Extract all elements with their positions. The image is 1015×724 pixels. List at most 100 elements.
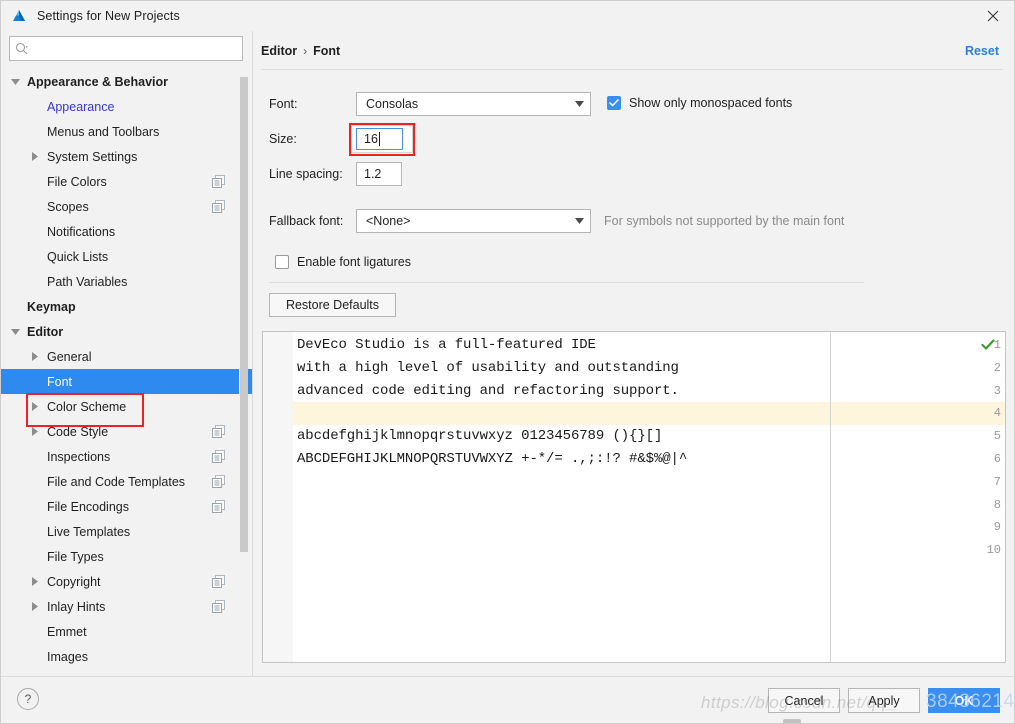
chevron-right-icon[interactable] xyxy=(29,601,41,613)
copy-settings-icon[interactable] xyxy=(212,500,225,513)
preview-code-line: DevEco Studio is a full-featured IDE xyxy=(297,337,596,353)
sidebar-item-file-colors[interactable]: File Colors xyxy=(1,169,241,194)
sidebar-item-label: Scopes xyxy=(47,199,89,214)
line-spacing-input-field[interactable] xyxy=(357,166,401,182)
fallback-font-select[interactable]: <None> xyxy=(356,209,591,233)
sidebar-item-appearance[interactable]: Appearance xyxy=(1,94,241,119)
sidebar-item-label: System Settings xyxy=(47,149,138,164)
sidebar-item-keymap[interactable]: Keymap xyxy=(1,294,241,319)
sidebar-item-menus-and-toolbars[interactable]: Menus and Toolbars xyxy=(1,119,241,144)
line-spacing-label: Line spacing: xyxy=(269,167,343,181)
sidebar-item-inspections[interactable]: Inspections xyxy=(1,444,241,469)
sidebar-item-label: Copyright xyxy=(47,574,101,589)
sidebar-item-code-style[interactable]: Code Style xyxy=(1,419,241,444)
sidebar-item-label: Menus and Toolbars xyxy=(47,124,160,139)
copy-settings-icon[interactable] xyxy=(212,200,225,213)
chevron-down-icon[interactable] xyxy=(9,326,21,338)
sidebar-item-label: Font xyxy=(47,374,73,389)
reset-link[interactable]: Reset xyxy=(965,44,999,58)
copy-settings-icon[interactable] xyxy=(212,600,225,613)
apply-button[interactable]: Apply xyxy=(848,688,920,713)
sidebar-item-file-and-code-templates[interactable]: File and Code Templates xyxy=(1,469,241,494)
sidebar-item-quick-lists[interactable]: Quick Lists xyxy=(1,244,241,269)
sidebar-scrollbar-thumb[interactable] xyxy=(240,77,248,552)
checkbox-empty-icon xyxy=(275,255,289,269)
breadcrumb-current: Font xyxy=(313,44,341,58)
breadcrumb-parent[interactable]: Editor xyxy=(261,44,297,58)
restore-defaults-button[interactable]: Restore Defaults xyxy=(269,293,396,317)
show-monospaced-label: Show only monospaced fonts xyxy=(629,96,793,110)
sidebar-item-live-templates[interactable]: Live Templates xyxy=(1,519,241,544)
sidebar-item-label: Color Scheme xyxy=(47,399,127,414)
chevron-right-icon[interactable] xyxy=(29,426,41,438)
sidebar-item-color-scheme[interactable]: Color Scheme xyxy=(1,394,241,419)
text-caret xyxy=(378,132,380,146)
close-icon[interactable] xyxy=(970,1,1014,31)
sidebar-item-path-variables[interactable]: Path Variables xyxy=(1,269,241,294)
size-label: Size: xyxy=(269,132,297,146)
sidebar-item-emmet[interactable]: Emmet xyxy=(1,619,241,644)
copy-settings-icon[interactable] xyxy=(212,175,225,188)
header-divider xyxy=(261,69,1003,70)
sidebar-item-notifications[interactable]: Notifications xyxy=(1,219,241,244)
green-check-icon[interactable] xyxy=(981,338,995,352)
ok-button[interactable]: OK xyxy=(928,688,1000,713)
font-label: Font: xyxy=(269,97,298,111)
show-monospaced-checkbox[interactable]: Show only monospaced fonts xyxy=(607,96,792,110)
sidebar-item-label: Live Templates xyxy=(47,524,131,539)
chevron-right-icon[interactable] xyxy=(29,576,41,588)
font-select[interactable]: Consolas xyxy=(356,92,591,116)
sidebar-item-label: Keymap xyxy=(27,299,76,314)
chevron-down-icon[interactable] xyxy=(9,76,21,88)
sidebar-item-font[interactable]: Font xyxy=(1,369,253,394)
sidebar-item-label: Appearance xyxy=(47,99,115,114)
copy-settings-icon[interactable] xyxy=(212,475,225,488)
search-input[interactable] xyxy=(34,38,242,59)
cancel-button[interactable]: Cancel xyxy=(768,688,840,713)
copy-settings-icon[interactable] xyxy=(212,575,225,588)
sidebar-item-editor[interactable]: Editor xyxy=(1,319,241,344)
chevron-right-icon[interactable] xyxy=(29,401,41,413)
sidebar-item-label: Inspections xyxy=(47,449,111,464)
fallback-font-label: Fallback font: xyxy=(269,214,344,228)
line-spacing-input[interactable] xyxy=(356,162,402,186)
settings-tree[interactable]: Appearance & Behavior Appearance Menus and… xyxy=(1,69,253,676)
sidebar-item-label: Notifications xyxy=(47,224,116,239)
font-ligatures-checkbox[interactable]: Enable font ligatures xyxy=(275,255,411,269)
preview-code-area[interactable]: DevEco Studio is a full-featured IDE with… xyxy=(293,332,1005,662)
copy-settings-icon[interactable] xyxy=(212,425,225,438)
fallback-font-value: <None> xyxy=(366,214,411,228)
copy-settings-icon[interactable] xyxy=(212,450,225,463)
font-preview-editor[interactable]: 1 2 3 4 5 6 7 8 9 10 DevEco Studio is a full-feat… xyxy=(262,331,1006,663)
sidebar-item-copyright[interactable]: Copyright xyxy=(1,569,241,594)
chevron-down-icon xyxy=(568,101,590,107)
chevron-right-icon[interactable] xyxy=(29,351,41,363)
sidebar-item-scopes[interactable]: Scopes xyxy=(1,194,241,219)
chevron-right-icon[interactable] xyxy=(29,151,41,163)
settings-search[interactable] xyxy=(9,36,243,61)
sidebar-item-system-settings[interactable]: System Settings xyxy=(1,144,241,169)
help-button[interactable]: ? xyxy=(17,688,39,710)
size-input[interactable]: 16 xyxy=(356,128,403,150)
breadcrumb: Editor › Font xyxy=(261,44,340,58)
window-title: Settings for New Projects xyxy=(37,9,180,23)
sidebar-item-label: Editor xyxy=(27,324,64,339)
sidebar-item-label: Emmet xyxy=(47,624,87,639)
sidebar-item-file-encodings[interactable]: File Encodings xyxy=(1,494,241,519)
font-select-value: Consolas xyxy=(366,97,419,111)
deveco-triangle-logo-icon xyxy=(11,8,27,24)
sidebar-item-appearance-behavior[interactable]: Appearance & Behavior xyxy=(1,69,241,94)
sidebar-item-file-types[interactable]: File Types xyxy=(1,544,241,569)
sidebar-item-general[interactable]: General xyxy=(1,344,241,369)
sidebar-item-images[interactable]: Images xyxy=(1,644,241,669)
sidebar-item-inlay-hints[interactable]: Inlay Hints xyxy=(1,594,241,619)
